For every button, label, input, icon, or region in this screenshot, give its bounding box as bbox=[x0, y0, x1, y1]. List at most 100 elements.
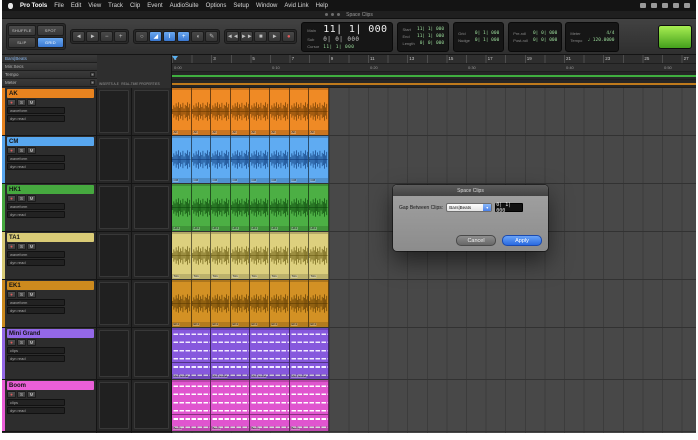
setting-nudge-value[interactable]: 0| 1| 000 bbox=[475, 38, 499, 43]
clip-ek1[interactable]: EK1 bbox=[290, 280, 310, 327]
record-enable-button[interactable]: ● bbox=[7, 99, 16, 106]
clip-ta1[interactable]: TA1 bbox=[290, 232, 310, 279]
add-meter-event-icon[interactable]: + bbox=[90, 80, 95, 85]
zoom-in-icon[interactable]: + bbox=[114, 31, 127, 42]
edit-mode-shuffle[interactable]: SHUFFLE bbox=[8, 25, 36, 36]
clip-hk1[interactable]: HK1 bbox=[231, 184, 251, 231]
clip-hk1[interactable]: HK1 bbox=[290, 184, 310, 231]
edit-mode-spot[interactable]: SPOT bbox=[37, 25, 65, 36]
ruler-name-min-secs[interactable]: Min:Secs bbox=[2, 63, 97, 71]
track-automation-selector[interactable]: dyn read bbox=[7, 307, 65, 314]
ruler-name-meter[interactable]: Meter+ bbox=[2, 79, 97, 87]
rtp-slot[interactable] bbox=[134, 330, 169, 377]
mute-button[interactable]: M bbox=[27, 391, 36, 398]
clip-hk1[interactable]: HK1 bbox=[211, 184, 231, 231]
gap-units-dropdown[interactable]: Bars|Beats ▾ bbox=[446, 203, 492, 212]
solo-button[interactable]: S bbox=[17, 99, 26, 106]
rtp-slot[interactable] bbox=[134, 138, 169, 181]
track-header-mini-grand[interactable]: Mini Grand●SMclipsdyn read bbox=[2, 328, 96, 380]
clock-icon[interactable] bbox=[684, 3, 690, 8]
playhead-marker[interactable] bbox=[172, 56, 178, 60]
record-enable-button[interactable]: ● bbox=[7, 339, 16, 346]
clip-ek1[interactable]: EK1 bbox=[192, 280, 212, 327]
clip-mini-grand[interactable]: Mini Grand bbox=[172, 328, 211, 379]
apply-button[interactable]: Apply bbox=[502, 235, 542, 246]
edit-mode-grid[interactable]: GRID bbox=[37, 37, 65, 48]
close-icon[interactable] bbox=[325, 13, 328, 16]
scrubber-tool-icon[interactable]: ◖ bbox=[191, 31, 204, 42]
track-view-selector[interactable]: waveform bbox=[7, 203, 65, 210]
clip-boom[interactable]: Boom bbox=[211, 380, 250, 431]
selector-tool-icon[interactable]: I bbox=[163, 31, 176, 42]
bar-numbers-lane[interactable]: 13579111315171921232527 bbox=[172, 55, 696, 64]
zoom-out-icon[interactable]: − bbox=[100, 31, 113, 42]
clip-cm[interactable]: CM bbox=[309, 136, 329, 183]
record-enable-button[interactable]: ● bbox=[7, 291, 16, 298]
clip-mini-grand[interactable]: Mini Grand bbox=[250, 328, 289, 379]
menu-item-clip[interactable]: Clip bbox=[130, 3, 140, 9]
zoom-right-icon[interactable]: ► bbox=[86, 31, 99, 42]
insert-slot[interactable] bbox=[99, 186, 129, 229]
clip-cm[interactable]: CM bbox=[290, 136, 310, 183]
ruler-name-tempo[interactable]: Tempo+ bbox=[2, 71, 97, 79]
minimize-icon[interactable] bbox=[331, 13, 334, 16]
clip-ek1[interactable]: EK1 bbox=[250, 280, 270, 327]
window-title-bar[interactable]: Space Clips bbox=[2, 11, 696, 19]
menu-item-edit[interactable]: Edit bbox=[71, 3, 81, 9]
track-automation-selector[interactable]: dyn read bbox=[7, 115, 65, 122]
menu-item-event[interactable]: Event bbox=[147, 3, 162, 9]
clip-cm[interactable]: CM bbox=[231, 136, 251, 183]
track-header-ek1[interactable]: EK1●SMwaveformdyn read bbox=[2, 280, 96, 328]
dialog-title-bar[interactable]: Space Clips bbox=[393, 185, 548, 196]
record-enable-button[interactable]: ● bbox=[7, 243, 16, 250]
record-enable-button[interactable]: ● bbox=[7, 147, 16, 154]
insert-slot[interactable] bbox=[99, 330, 129, 377]
clip-ek1[interactable]: EK1 bbox=[172, 280, 192, 327]
rtp-slot[interactable] bbox=[134, 382, 169, 429]
track-view-selector[interactable]: clips bbox=[7, 399, 65, 406]
track-view-selector[interactable]: waveform bbox=[7, 299, 65, 306]
insert-slot[interactable] bbox=[99, 90, 129, 133]
clip-hk1[interactable]: HK1 bbox=[270, 184, 290, 231]
clip-ak[interactable]: AK bbox=[192, 88, 212, 135]
rtp-slot[interactable] bbox=[134, 234, 169, 277]
mute-button[interactable]: M bbox=[27, 243, 36, 250]
clip-hk1[interactable]: HK1 bbox=[250, 184, 270, 231]
track-view-selector[interactable]: waveform bbox=[7, 107, 65, 114]
insert-slot[interactable] bbox=[99, 282, 129, 325]
mute-button[interactable]: M bbox=[27, 99, 36, 106]
track-name-boom[interactable]: Boom bbox=[7, 381, 94, 390]
insert-slot[interactable] bbox=[99, 382, 129, 429]
clip-hk1[interactable]: HK1 bbox=[192, 184, 212, 231]
track-name-hk1[interactable]: HK1 bbox=[7, 185, 94, 194]
track-header-cm[interactable]: CM●SMwaveformdyn read bbox=[2, 136, 96, 184]
solo-button[interactable]: S bbox=[17, 195, 26, 202]
track-name-ta1[interactable]: TA1 bbox=[7, 233, 94, 242]
rtp-slot[interactable] bbox=[134, 90, 169, 133]
menu-item-audiosuite[interactable]: AudioSuite bbox=[170, 3, 199, 9]
clip-ta1[interactable]: TA1 bbox=[309, 232, 329, 279]
spotlight-icon[interactable] bbox=[662, 3, 668, 8]
track-name-ek1[interactable]: EK1 bbox=[7, 281, 94, 290]
clip-cm[interactable]: CM bbox=[270, 136, 290, 183]
mute-button[interactable]: M bbox=[27, 339, 36, 346]
solo-button[interactable]: S bbox=[17, 291, 26, 298]
track-name-mini-grand[interactable]: Mini Grand bbox=[7, 329, 94, 338]
clip-ak[interactable]: AK bbox=[211, 88, 231, 135]
clip-ta1[interactable]: TA1 bbox=[192, 232, 212, 279]
battery-icon[interactable] bbox=[640, 3, 646, 8]
clip-ta1[interactable]: TA1 bbox=[270, 232, 290, 279]
insert-slot[interactable] bbox=[99, 234, 129, 277]
lcd-pre-roll-value[interactable]: 0| 0| 000 bbox=[533, 31, 557, 36]
sub-counter-value[interactable]: 0| 0| 000 bbox=[323, 36, 359, 43]
edit-mode-slip[interactable]: SLIP bbox=[8, 37, 36, 48]
clip-mini-grand[interactable]: Mini Grand bbox=[290, 328, 329, 379]
track-automation-selector[interactable]: dyn read bbox=[7, 211, 65, 218]
rewind-icon[interactable]: ◄◄ bbox=[226, 31, 239, 42]
add-tempo-event-icon[interactable]: + bbox=[90, 72, 95, 77]
menu-item-window[interactable]: Window bbox=[256, 3, 277, 9]
zoom-tool-icon[interactable]: ○ bbox=[135, 31, 148, 42]
track-automation-selector[interactable]: dyn read bbox=[7, 259, 65, 266]
clip-ak[interactable]: AK bbox=[250, 88, 270, 135]
clips-column[interactable]: AKAKAKAKAKAKAKAKCMCMCMCMCMCMCMCMHK1HK1HK… bbox=[172, 88, 696, 433]
